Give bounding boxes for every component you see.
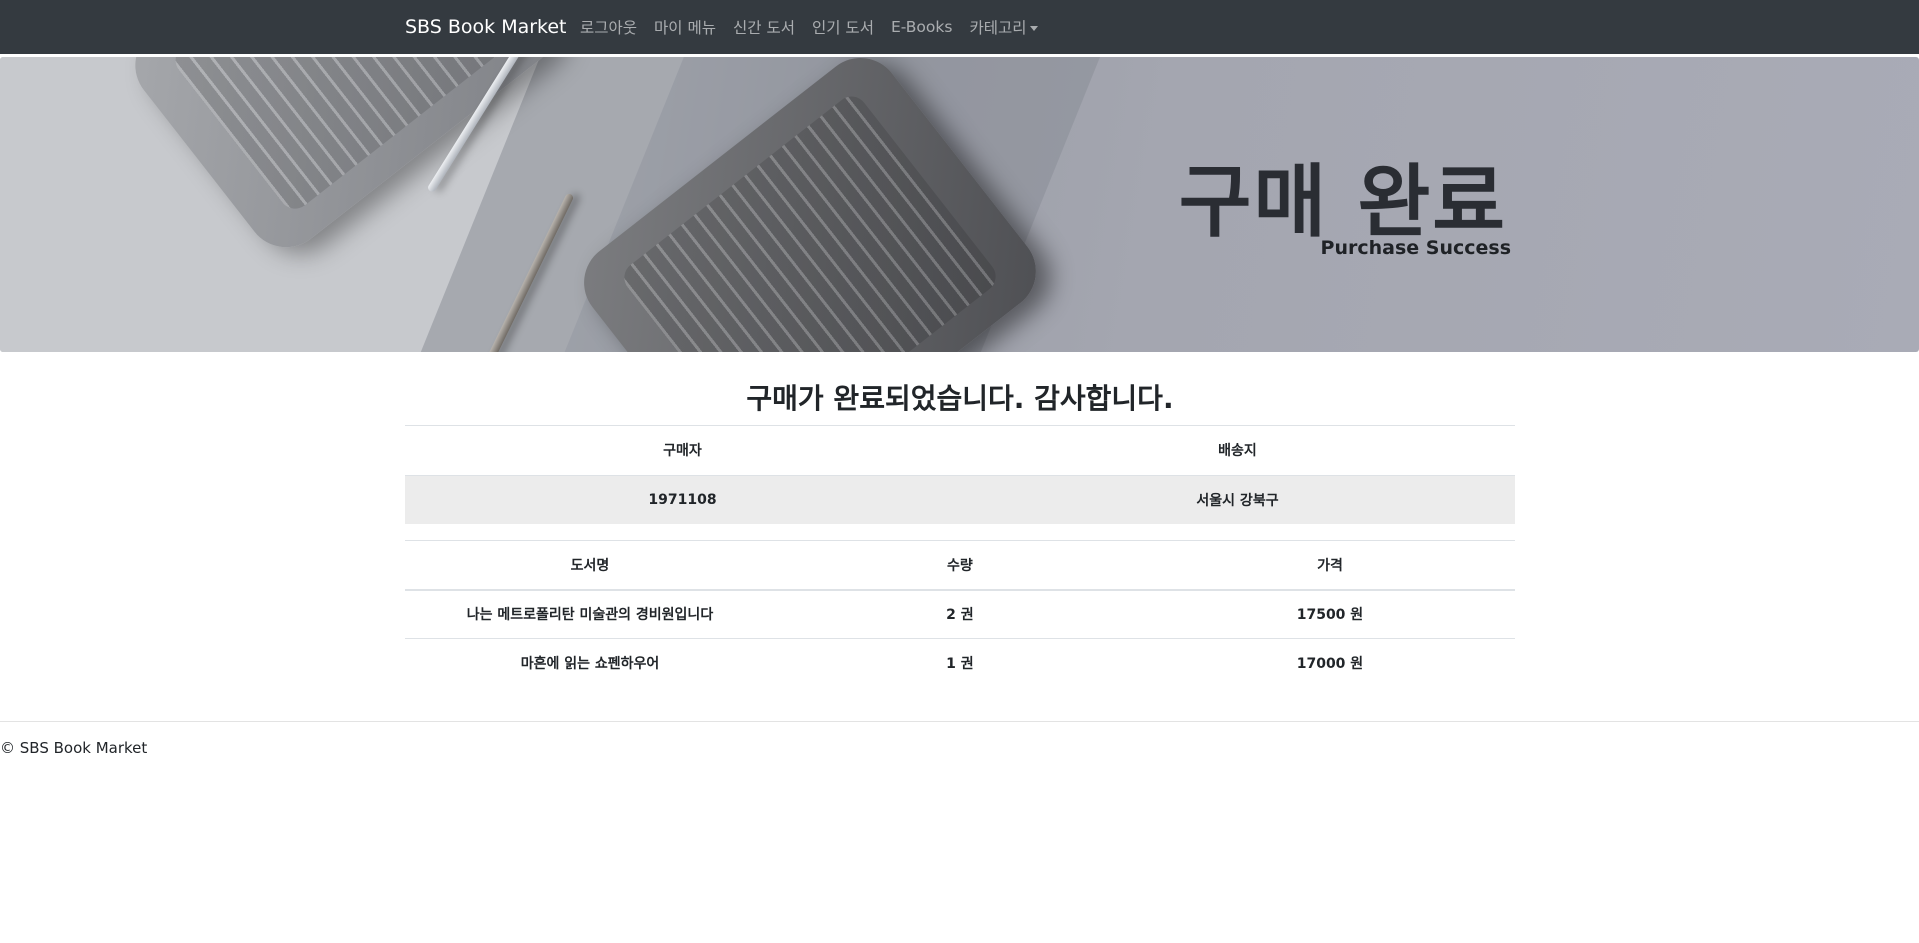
footer: © SBS Book Market <box>0 721 1919 757</box>
nav-my-menu-link[interactable]: 마이 메뉴 <box>654 16 716 38</box>
purchase-complete-message: 구매가 완료되었습니다. 감사합니다. <box>405 352 1515 426</box>
nav-ebooks-link[interactable]: E-Books <box>891 18 953 36</box>
order-info-table: 구매자 배송지 1971108 서울시 강북구 <box>405 426 1515 524</box>
nav-popular-books-link[interactable]: 인기 도서 <box>812 16 874 38</box>
table-row: 나는 메트로폴리탄 미술관의 경비원입니다 2 권 17500 원 <box>405 590 1515 639</box>
book-title-cell: 나는 메트로폴리탄 미술관의 경비원입니다 <box>466 607 714 624</box>
quantity-cell: 2 권 <box>946 607 974 624</box>
header-shipping-address: 배송지 <box>960 426 1515 476</box>
price-cell: 17500 원 <box>1296 607 1364 624</box>
main-content: 구매가 완료되었습니다. 감사합니다. 구매자 배송지 1971108 서울시 … <box>405 352 1515 688</box>
brand-link[interactable]: SBS Book Market <box>405 0 567 54</box>
header-buyer: 구매자 <box>405 426 960 476</box>
nav-category-dropdown[interactable]: 카테고리 <box>969 16 1038 38</box>
nav-logout-link[interactable]: 로그아웃 <box>580 16 637 38</box>
table-row: 마흔에 읽는 쇼펜하우어 1 권 17000 원 <box>405 638 1515 688</box>
table-row: 1971108 서울시 강북구 <box>405 475 1515 524</box>
page-title: 구매 완료 <box>1178 156 1507 248</box>
nav-category-label: 카테고리 <box>969 19 1027 37</box>
page-subtitle: Purchase Success <box>1320 237 1511 259</box>
book-title-cell: 마흔에 읽는 쇼펜하우어 <box>405 638 775 688</box>
nav-new-books-link[interactable]: 신간 도서 <box>733 16 795 38</box>
footer-copyright: © SBS Book Market <box>0 739 148 757</box>
price-cell: 17000 원 <box>1144 638 1515 688</box>
header-quantity: 수량 <box>774 540 1145 591</box>
nav-links: 로그아웃 마이 메뉴 신간 도서 인기 도서 E-Books 카테고리 <box>580 0 1055 54</box>
header-price: 가격 <box>1144 540 1515 591</box>
shipping-address-value: 서울시 강북구 <box>960 475 1515 524</box>
ordered-books-table: 도서명 수량 가격 나는 메트로폴리탄 미술관의 경비원입니다 2 권 1750… <box>405 540 1515 688</box>
table-header-row: 구매자 배송지 <box>405 426 1515 476</box>
navbar: SBS Book Market 로그아웃 마이 메뉴 신간 도서 인기 도서 E… <box>0 0 1919 54</box>
hero-banner: 구매 완료 Purchase Success <box>0 57 1919 352</box>
table-header-row: 도서명 수량 가격 <box>405 540 1515 591</box>
buyer-value: 1971108 <box>405 475 960 524</box>
quantity-cell: 1 권 <box>774 638 1145 688</box>
caret-down-icon <box>1029 25 1038 31</box>
header-book-title: 도서명 <box>405 540 775 591</box>
